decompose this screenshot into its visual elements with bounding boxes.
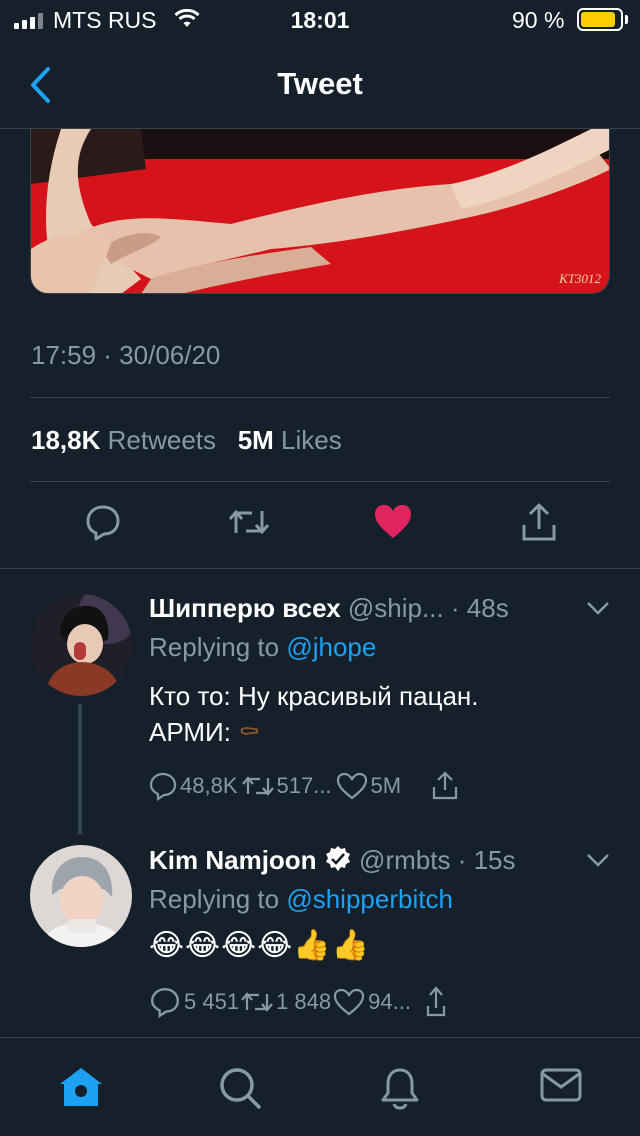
thread-line: [78, 704, 82, 834]
divider: [30, 481, 610, 482]
reply-text: Кто то: Ну красивый пацан. АРМИ: ⚰: [149, 678, 479, 750]
mention-link[interactable]: @shipperbitch: [286, 884, 453, 914]
retweets-count[interactable]: 18,8K: [31, 425, 100, 455]
heart-icon: [334, 988, 365, 1016]
replying-to-label: Replying to: [149, 884, 280, 914]
mention-link[interactable]: @jhope: [286, 632, 376, 662]
reply-header: Kim Namjoon @rmbts · 15s: [149, 845, 516, 876]
avatar[interactable]: [30, 594, 132, 696]
replying-to-label: Replying to: [149, 632, 280, 662]
nav-bar: Tweet: [0, 42, 640, 129]
share-icon[interactable]: [425, 986, 447, 1018]
retweet-count: 517...: [276, 773, 332, 798]
photo-illustration: [31, 129, 609, 293]
reply-actions: 5 451 1 848 94...: [149, 986, 447, 1018]
replying-to: Replying to @shipperbitch: [149, 884, 453, 915]
reply-author-name[interactable]: Kim Namjoon: [149, 845, 317, 875]
reply-time: · 48s: [450, 593, 509, 623]
tweet-stats: 18,8K Retweets 5M Likes: [31, 425, 342, 456]
home-icon[interactable]: [58, 1066, 104, 1108]
likes-label[interactable]: Likes: [281, 425, 342, 455]
retweet-icon[interactable]: [228, 503, 270, 541]
retweet-count: 1 848: [276, 989, 332, 1014]
reply-actions: 48,8K 517... 5M: [149, 771, 459, 801]
like-count: 94...: [368, 989, 411, 1014]
reply-text-line: Кто то: Ну красивый пацан.: [149, 681, 479, 711]
avatar[interactable]: [30, 845, 132, 947]
battery-percent: 90 %: [512, 7, 565, 33]
chevron-down-icon[interactable]: [586, 600, 610, 616]
avatar-image: [30, 845, 132, 947]
reply-text-line: АРМИ:: [149, 717, 231, 747]
reply-header: Шипперю всех @ship... · 48s: [149, 593, 509, 624]
tab-bar: [0, 1037, 640, 1136]
mail-icon[interactable]: [539, 1066, 583, 1104]
reply-count-button[interactable]: 48,8K: [149, 771, 238, 801]
like-count: 5M: [370, 773, 402, 798]
replying-to: Replying to @jhope: [149, 632, 376, 663]
bell-icon[interactable]: [380, 1066, 420, 1110]
reply-author-handle[interactable]: @ship...: [348, 593, 444, 623]
heart-icon: [336, 772, 367, 800]
battery-tip: [625, 15, 628, 24]
reply-icon: [151, 988, 179, 1018]
verified-badge-icon: [325, 846, 350, 871]
reply-emoji-text: 😂😂😂😂👍👍: [149, 929, 370, 962]
like-count-button[interactable]: 94...: [333, 988, 411, 1016]
coffin-emoji: ⚰: [238, 717, 261, 747]
like-heart-icon[interactable]: [373, 503, 413, 541]
retweet-icon: [241, 992, 273, 1012]
reply-author-handle[interactable]: @rmbts: [359, 845, 450, 875]
reply-icon[interactable]: [84, 503, 122, 541]
retweet-icon: [241, 776, 274, 796]
share-icon[interactable]: [431, 771, 459, 801]
image-watermark: KT3012: [559, 271, 601, 286]
reply-icon: [149, 772, 177, 801]
reply-count-button[interactable]: 5 451: [149, 986, 239, 1018]
retweet-count-button[interactable]: 517...: [241, 772, 332, 800]
status-bar: MTS RUS 18:01 90 %: [0, 0, 640, 42]
reply-count: 5 451: [184, 989, 240, 1014]
reply-author-name[interactable]: Шипперю всех: [149, 593, 341, 623]
chevron-down-icon[interactable]: [586, 852, 610, 868]
search-icon[interactable]: [218, 1066, 262, 1110]
tweet-image[interactable]: KT3012: [30, 129, 610, 294]
battery-icon: [577, 8, 623, 31]
page-title: Tweet: [277, 66, 363, 101]
reply-count: 48,8K: [180, 773, 238, 798]
retweet-count-button[interactable]: 1 848: [241, 988, 331, 1016]
divider: [30, 397, 610, 398]
likes-count[interactable]: 5M: [238, 425, 274, 455]
tweet-timestamp: 17:59 · 30/06/20: [31, 340, 221, 370]
divider: [0, 568, 640, 569]
reply-time: · 15s: [457, 845, 516, 875]
share-icon[interactable]: [520, 503, 558, 543]
avatar-image: [30, 594, 132, 696]
like-count-button[interactable]: 5M: [336, 772, 402, 800]
retweets-label[interactable]: Retweets: [108, 425, 216, 455]
